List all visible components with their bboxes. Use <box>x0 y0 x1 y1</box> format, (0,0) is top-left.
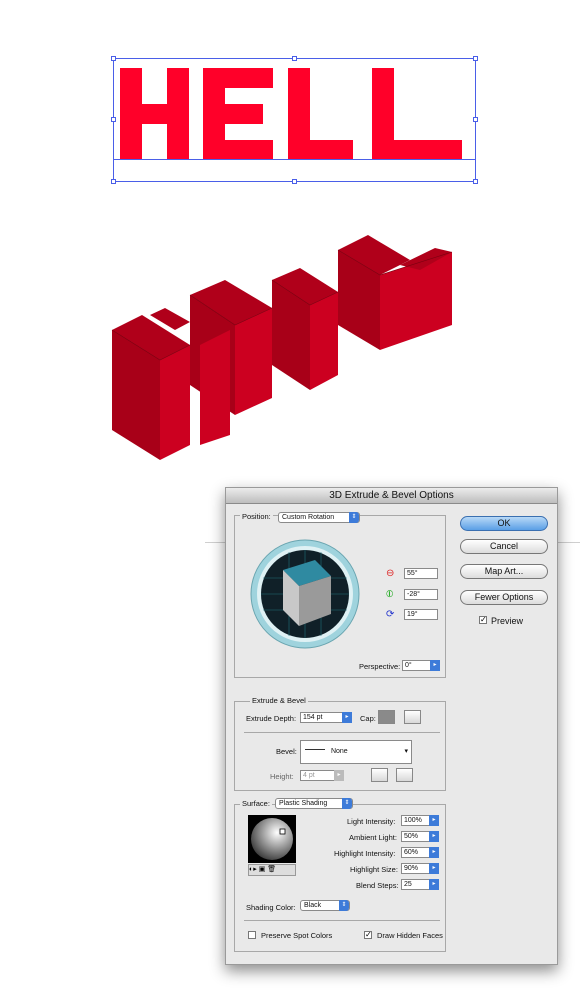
arrow-right-icon: ▸ <box>429 879 439 890</box>
preview-label: Preview <box>491 616 524 626</box>
highlight-intensity-label: Highlight Intensity: <box>334 849 396 858</box>
hell-text-2d[interactable] <box>110 56 480 184</box>
z-rotation-field[interactable]: 19° <box>404 609 438 620</box>
extrude-depth-label: Extrude Depth: <box>246 714 297 723</box>
cap-label: Cap: <box>360 714 376 723</box>
arrow-right-icon: ▸ <box>429 831 439 842</box>
extrude-depth-field[interactable]: 154 pt ▸ <box>300 712 352 723</box>
dialog-title: 3D Extrude & Bevel Options <box>226 488 557 504</box>
extrude-bevel-label: Extrude & Bevel <box>250 696 308 705</box>
bevel-out-button[interactable] <box>371 768 388 782</box>
surface-label: Surface: <box>240 799 272 808</box>
light-controls-bar: ◐▸ ▣ 🗑 <box>248 864 296 876</box>
bevel-line-icon <box>305 749 325 751</box>
draw-hidden-faces-label: Draw Hidden Faces <box>377 931 443 940</box>
cancel-button[interactable]: Cancel <box>460 539 548 554</box>
chevron-updown-icon: ⇕ <box>339 900 349 911</box>
fewer-options-button[interactable]: Fewer Options <box>460 590 548 605</box>
chevron-updown-icon: ⇕ <box>342 798 352 809</box>
bevel-select[interactable]: None ▾ <box>300 740 412 764</box>
ambient-light-label: Ambient Light: <box>349 833 397 842</box>
perspective-field[interactable]: 0° ▸ <box>402 660 440 671</box>
highlight-intensity-field[interactable]: 60% ▸ <box>401 847 439 858</box>
arrow-right-icon: ▸ <box>429 815 439 826</box>
shading-color-select[interactable]: Black ⇕ <box>300 900 350 911</box>
arrow-right-icon: ▸ <box>342 712 352 723</box>
height-label: Height: <box>270 772 294 781</box>
rotation-trackball[interactable] <box>249 538 361 650</box>
position-select[interactable]: Custom Rotation ⇕ <box>278 512 360 523</box>
preserve-spot-colors-label: Preserve Spot Colors <box>261 931 333 940</box>
chevron-down-icon: ▾ <box>404 748 408 755</box>
arrow-right-icon: ▸ <box>430 660 440 671</box>
ambient-light-field[interactable]: 50% ▸ <box>401 831 439 842</box>
hell-text-3d <box>111 235 453 460</box>
trash-icon[interactable]: 🗑 <box>267 866 276 873</box>
chevron-updown-icon: ⇕ <box>349 512 359 523</box>
position-label: Position: <box>240 512 273 521</box>
light-sphere-preview[interactable] <box>248 815 296 863</box>
bevel-label: Bevel: <box>276 747 297 756</box>
highlight-size-label: Highlight Size: <box>350 865 398 874</box>
surface-select[interactable]: Plastic Shading ⇕ <box>275 798 353 809</box>
arrow-right-icon: ▸ <box>429 863 439 874</box>
draw-hidden-faces-checkbox[interactable]: ✓ <box>364 931 372 939</box>
move-light-icon[interactable]: ◐▸ <box>249 866 257 873</box>
arrow-right-icon: ▸ <box>334 770 344 781</box>
new-light-icon[interactable]: ▣ <box>259 866 266 873</box>
blend-steps-label: Blend Steps: <box>356 881 399 890</box>
arrow-right-icon: ▸ <box>429 847 439 858</box>
x-rotation-icon: ⊖ <box>386 568 395 579</box>
ok-button[interactable]: OK <box>460 516 548 531</box>
blend-steps-field[interactable]: 25 ▸ <box>401 879 439 890</box>
extrude-bevel-dialog: 3D Extrude & Bevel Options Position: Cus… <box>225 487 558 965</box>
shading-color-label: Shading Color: <box>246 903 296 912</box>
map-art-button[interactable]: Map Art... <box>460 564 548 579</box>
hell-letters <box>120 68 462 160</box>
bevel-in-button[interactable] <box>396 768 413 782</box>
y-rotation-field[interactable]: -28° <box>404 589 438 600</box>
preserve-spot-colors-checkbox[interactable] <box>248 931 256 939</box>
height-field[interactable]: 4 pt ▸ <box>300 770 344 781</box>
position-value: Custom Rotation <box>282 514 335 521</box>
cap-off-button[interactable] <box>404 710 421 724</box>
highlight-size-field[interactable]: 90% ▸ <box>401 863 439 874</box>
perspective-label: Perspective: <box>359 662 401 671</box>
light-intensity-label: Light Intensity: <box>347 817 396 826</box>
x-rotation-field[interactable]: 55° <box>404 568 438 579</box>
cap-on-button[interactable] <box>378 710 395 724</box>
preview-checkbox[interactable]: ✓ <box>479 616 487 624</box>
y-rotation-icon: ⦶ <box>386 589 394 600</box>
z-rotation-icon: ⟳ <box>386 609 395 620</box>
light-intensity-field[interactable]: 100% ▸ <box>401 815 439 826</box>
